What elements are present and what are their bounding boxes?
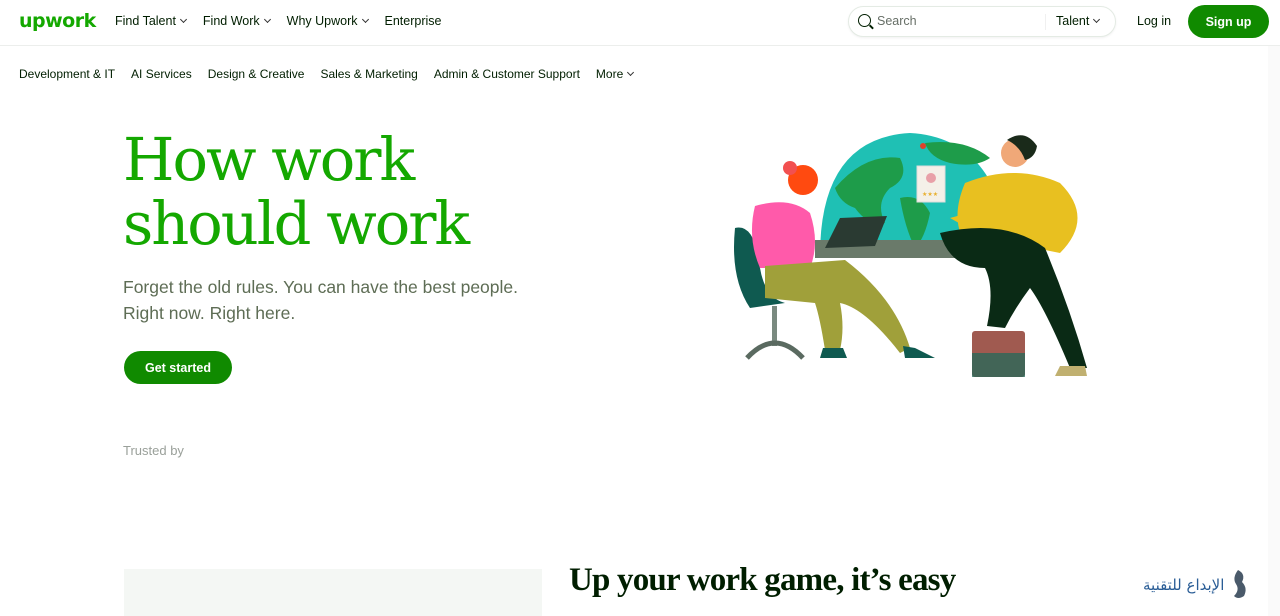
chevron-down-icon [1093,15,1101,24]
main-nav: Find Talent Find Work Why Upwork Enterpr… [115,14,458,28]
trusted-by-label: Trusted by [123,443,184,458]
hero-title-line1: How work [123,125,415,194]
search-bar: Talent [848,6,1116,37]
category-more[interactable]: More [595,67,635,81]
category-sales-marketing[interactable]: Sales & Marketing [320,67,417,81]
nav-find-work[interactable]: Find Work [202,14,271,28]
category-ai-services[interactable]: AI Services [131,67,192,81]
search-type-dropdown[interactable]: Talent [1056,14,1101,28]
category-more-label: More [595,67,624,81]
chevron-down-icon [627,68,635,77]
hero-title: How work should work [123,125,470,258]
search-type-label: Talent [1056,14,1090,28]
woman-pants [765,260,910,353]
nav-label: Why Upwork [286,14,358,28]
hero-illustration: ★★★ [734,133,1087,377]
map-pin-icon [920,143,926,149]
category-admin-support[interactable]: Admin & Customer Support [434,67,580,81]
chair-base [745,340,805,360]
watermark-text: الإبداع للتقنية [1143,576,1225,594]
chair-stem [772,306,777,346]
signup-button[interactable]: Sign up [1188,5,1269,38]
nav-why-upwork[interactable]: Why Upwork [286,14,369,28]
category-development-it[interactable]: Development & IT [19,67,115,81]
chevron-down-icon [179,15,187,24]
chevron-down-icon [263,15,271,24]
briefcase-shade [972,353,1025,377]
nav-enterprise[interactable]: Enterprise [385,14,442,28]
hero-subtitle-line1: Forget the old rules. You can have the b… [123,277,519,297]
feature-image-card [124,569,542,616]
section-title: Up your work game, it’s easy [569,562,956,598]
login-link[interactable]: Log in [1137,14,1171,28]
category-nav: Development & IT AI Services Design & Cr… [19,67,649,81]
man-shoe [1055,366,1087,376]
star-rating-icon: ★★★ [922,191,938,198]
woman-shoe [903,346,935,358]
hero-subtitle: Forget the old rules. You can have the b… [123,274,543,326]
top-header: upwork Find Talent Find Work Why Upwork … [0,0,1280,46]
get-started-button[interactable]: Get started [124,351,232,384]
search-divider [1045,14,1046,30]
search-input[interactable] [877,11,1042,31]
nav-label: Find Talent [115,14,176,28]
nav-find-talent[interactable]: Find Talent [115,14,187,28]
profile-avatar-icon [926,173,936,183]
hero-subtitle-line2: Right now. Right here. [123,303,296,323]
woman-shoe [820,348,847,358]
nav-label: Enterprise [384,14,442,28]
hero-title-line2: should work [123,189,470,258]
nav-label: Find Work [202,14,260,28]
watermark: الإبداع للتقنية [1143,568,1252,602]
chevron-down-icon [361,15,369,24]
woman-shirt [751,202,815,268]
woman-hair-bun [783,161,797,175]
page-scrollbar[interactable] [1268,46,1280,616]
watermark-logo-icon [1234,570,1247,598]
category-design-creative[interactable]: Design & Creative [208,67,305,81]
search-icon[interactable] [858,14,871,27]
upwork-logo[interactable]: upwork [19,10,96,32]
